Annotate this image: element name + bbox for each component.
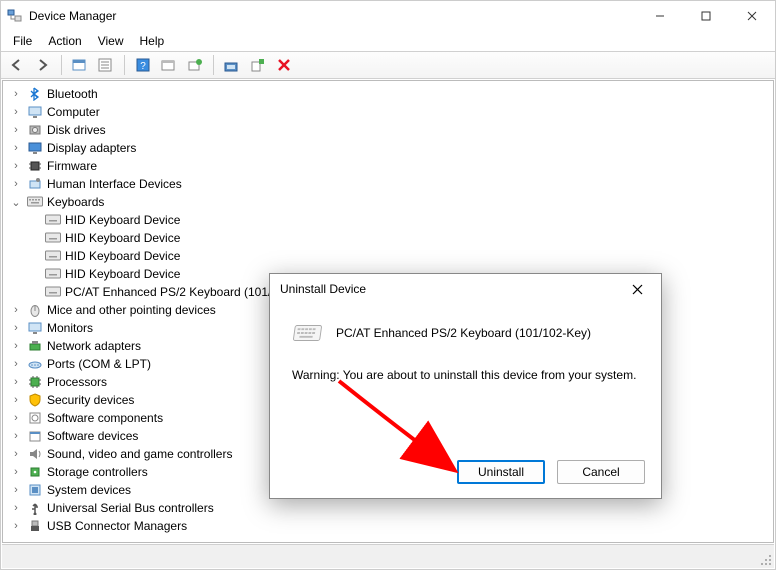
dialog-device-name: PC/AT Enhanced PS/2 Keyboard (101/102-Ke… — [336, 326, 591, 340]
titlebar: Device Manager — [1, 1, 775, 31]
disk-icon — [27, 122, 43, 138]
menu-file[interactable]: File — [5, 32, 40, 50]
dialog-close-button[interactable] — [623, 275, 651, 303]
computer-icon — [27, 104, 43, 120]
cancel-button[interactable]: Cancel — [557, 460, 645, 484]
tree-item-usb-conn[interactable]: ›USB Connector Managers — [9, 517, 773, 535]
uninstall-button[interactable] — [246, 53, 270, 77]
menubar: File Action View Help — [1, 31, 775, 51]
app-icon — [7, 8, 23, 24]
tree-item-keyboards[interactable]: ⌄Keyboards — [9, 193, 773, 211]
system-icon — [27, 482, 43, 498]
tree-item-hid[interactable]: ›Human Interface Devices — [9, 175, 773, 193]
properties-button[interactable] — [94, 53, 118, 77]
keyboard-icon — [45, 248, 61, 264]
statusbar — [2, 544, 774, 568]
usb-connector-icon — [27, 518, 43, 534]
usb-icon — [27, 500, 43, 516]
disable-button[interactable] — [272, 53, 296, 77]
toolbar: ? — [1, 51, 775, 79]
menu-view[interactable]: View — [90, 32, 132, 50]
keyboard-icon — [45, 284, 61, 300]
keyboard-icon — [45, 230, 61, 246]
forward-button[interactable] — [31, 53, 55, 77]
monitor-icon — [27, 320, 43, 336]
ports-icon — [27, 356, 43, 372]
network-icon — [27, 338, 43, 354]
tree-item-usb[interactable]: ›Universal Serial Bus controllers — [9, 499, 773, 517]
firmware-icon — [27, 158, 43, 174]
tree-item-keyboard-device[interactable]: ·HID Keyboard Device — [27, 247, 773, 265]
keyboard-icon — [45, 212, 61, 228]
uninstall-button[interactable]: Uninstall — [457, 460, 545, 484]
mouse-icon — [27, 302, 43, 318]
component-icon — [27, 410, 43, 426]
tree-item-keyboard-device[interactable]: ·HID Keyboard Device — [27, 229, 773, 247]
chevron-down-icon[interactable]: ⌄ — [9, 196, 23, 209]
help-button[interactable]: ? — [131, 53, 155, 77]
maximize-button[interactable] — [683, 1, 729, 31]
shield-icon — [27, 392, 43, 408]
show-hidden-button[interactable] — [68, 53, 92, 77]
bluetooth-icon — [27, 86, 43, 102]
tree-item-display[interactable]: ›Display adapters — [9, 139, 773, 157]
keyboard-icon — [27, 194, 43, 210]
keyboard-icon — [45, 266, 61, 282]
display-icon — [27, 140, 43, 156]
tree-item-disk[interactable]: ›Disk drives — [9, 121, 773, 139]
chip-icon — [27, 374, 43, 390]
update-driver-button[interactable] — [220, 53, 244, 77]
dialog-warning-text: Warning: You are about to uninstall this… — [286, 362, 645, 382]
minimize-button[interactable] — [637, 1, 683, 31]
svg-text:?: ? — [140, 61, 146, 72]
close-button[interactable] — [729, 1, 775, 31]
tree-item-bluetooth[interactable]: ›Bluetooth — [9, 85, 773, 103]
hid-icon — [27, 176, 43, 192]
tree-item-keyboard-device[interactable]: ·HID Keyboard Device — [27, 211, 773, 229]
scan-button[interactable] — [183, 53, 207, 77]
view-button[interactable] — [157, 53, 181, 77]
menu-action[interactable]: Action — [40, 32, 89, 50]
uninstall-dialog: Uninstall Device PC/AT Enhanced PS/2 Key… — [269, 273, 662, 499]
menu-help[interactable]: Help — [132, 32, 173, 50]
keyboard-icon — [292, 322, 324, 344]
sound-icon — [27, 446, 43, 462]
dialog-title: Uninstall Device — [280, 282, 366, 296]
software-icon — [27, 428, 43, 444]
back-button[interactable] — [5, 53, 29, 77]
storage-icon — [27, 464, 43, 480]
tree-item-firmware[interactable]: ›Firmware — [9, 157, 773, 175]
window-title: Device Manager — [29, 9, 637, 23]
tree-item-computer[interactable]: ›Computer — [9, 103, 773, 121]
